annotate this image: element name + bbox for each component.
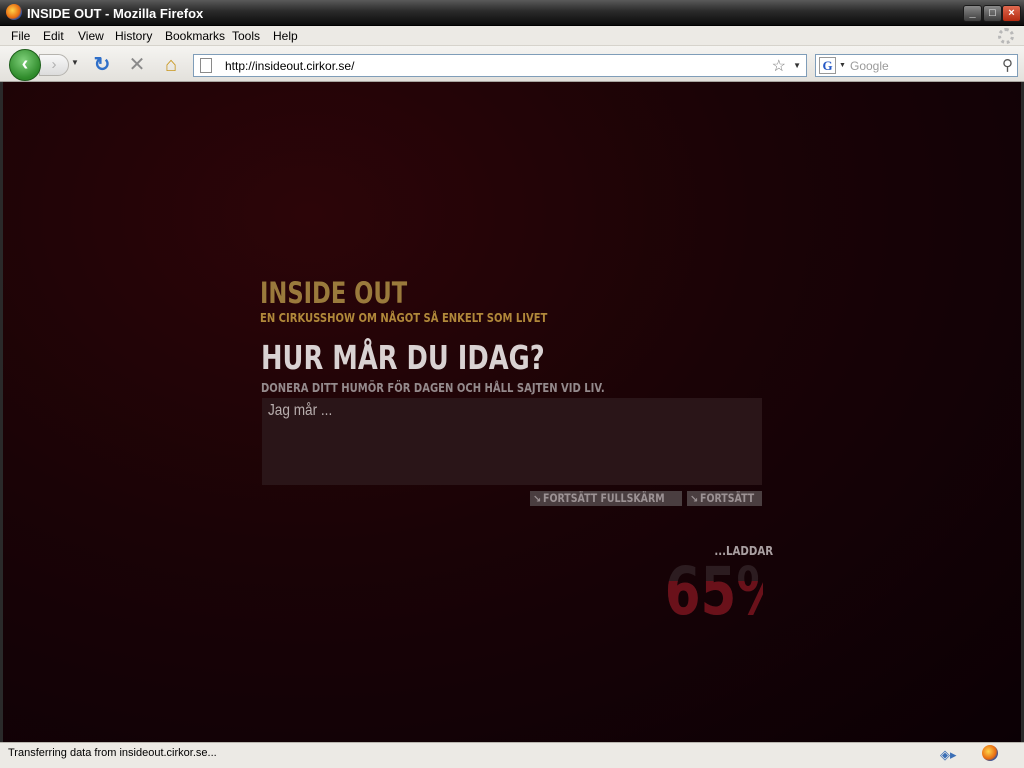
home-icon[interactable]: ⌂ [160,54,182,76]
google-icon[interactable]: G [819,57,836,74]
continue-fullscreen-button[interactable]: ↘ FORTSÄTT FULLSKÄRM [530,491,682,506]
search-bar[interactable]: G ▼ Google ⚲ [815,54,1018,77]
page-content: INSIDE OUT EN CIRKUSSHOW OM NÅGOT SÅ ENK… [3,82,1021,742]
search-icon[interactable]: ⚲ [1002,56,1013,74]
page-icon [200,58,212,73]
menu-view[interactable]: View [78,29,104,43]
continue-button[interactable]: ↘ FORTSÄTT [687,491,762,506]
continue-fullscreen-label: FORTSÄTT FULLSKÄRM [543,491,666,505]
mood-input-placeholder: Jag mår ... [268,402,333,419]
brand-subtitle: EN CIRKUSSHOW OM NÅGOT SÅ ENKELT SOM LIV… [260,310,548,325]
page-subheading: DONERA DITT HUMÖR FÖR DAGEN OCH HÅLL SAJ… [261,380,605,395]
loading-fill: 65% [637,581,763,630]
menu-file[interactable]: File [11,29,30,43]
loading-progress: 65% 65% [637,554,763,630]
firefox-status-icon[interactable] [982,745,998,761]
stop-icon[interactable]: ✕ [126,54,148,76]
engine-dropdown-icon[interactable]: ▼ [839,62,846,69]
brand-title: INSIDE OUT [260,276,408,310]
reload-icon[interactable]: ↻ [91,54,113,76]
url-text[interactable]: http://insideout.cirkor.se/ [225,59,354,73]
mood-input[interactable]: Jag mår ... [262,398,762,485]
window-title: INSIDE OUT - Mozilla Firefox [27,6,204,21]
search-input[interactable]: Google [850,59,889,73]
star-icon[interactable]: ☆ [772,56,786,76]
forward-button[interactable]: › [39,54,69,76]
addon-icon[interactable]: ◈▸ [940,747,957,763]
arrow-icon: ↘ [690,494,699,505]
menu-history[interactable]: History [115,29,152,43]
status-bar: Transferring data from insideout.cirkor.… [0,742,1024,768]
title-bar: INSIDE OUT - Mozilla Firefox _ □ × [0,0,1024,26]
back-icon: ‹ [21,53,29,75]
menu-bookmarks[interactable]: Bookmarks [165,29,225,43]
page-heading: HUR MÅR DU IDAG? [261,338,545,377]
firefox-icon [6,4,22,20]
arrow-icon: ↘ [533,494,542,505]
minimize-button[interactable]: _ [963,5,982,22]
throbber-icon [998,28,1014,44]
url-bar[interactable]: http://insideout.cirkor.se/ ☆ ▼ [193,54,807,77]
menu-help[interactable]: Help [273,29,298,43]
status-text: Transferring data from insideout.cirkor.… [8,747,217,759]
history-dropdown-icon[interactable]: ▼ [71,58,79,67]
maximize-button[interactable]: □ [983,5,1002,22]
menu-edit[interactable]: Edit [43,29,64,43]
loading-percent: 65% [664,580,763,630]
url-dropdown-icon[interactable]: ▼ [793,61,801,70]
menu-tools[interactable]: Tools [232,29,260,43]
menu-bar: File Edit View History Bookmarks Tools H… [0,26,1024,46]
forward-icon: › [51,56,57,73]
back-button[interactable]: ‹ [9,49,41,81]
continue-label: FORTSÄTT [700,491,755,505]
close-button[interactable]: × [1002,5,1021,22]
